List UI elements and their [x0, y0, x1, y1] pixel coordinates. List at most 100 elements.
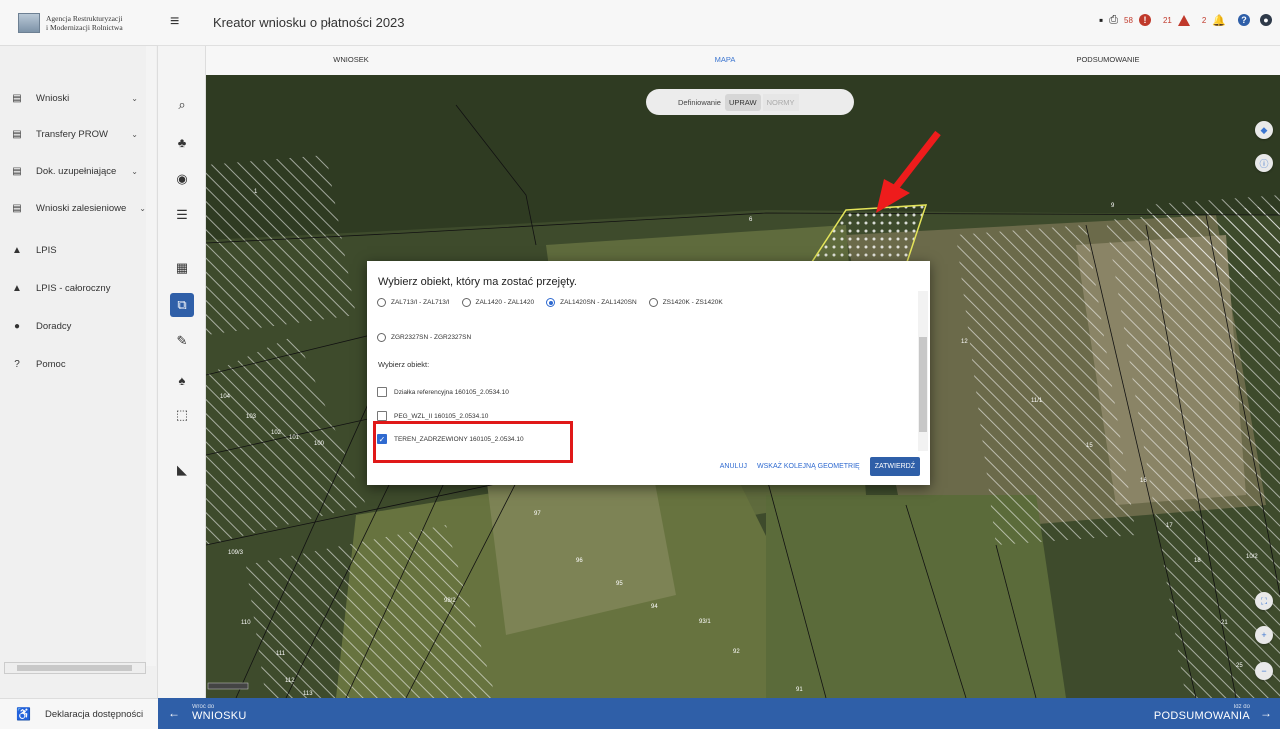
- agency-logo[interactable]: Agencja Restrukturyzacji i Modernizacji …: [0, 0, 158, 46]
- print-icon[interactable]: ⎙: [1109, 14, 1118, 27]
- notification-count: 2: [1201, 15, 1207, 25]
- parcel-label: 112: [285, 678, 295, 684]
- cancel-button[interactable]: ANULUJ: [720, 463, 747, 470]
- mode-norms-button[interactable]: NORMY: [762, 93, 799, 111]
- parcel-label: 109/3: [228, 550, 244, 556]
- object-checkbox-row[interactable]: Działka referencyjna 160105_2.0534.10: [377, 387, 509, 397]
- radio-label: ZS1420K - ZS1420K: [662, 299, 723, 306]
- tab-mapa[interactable]: MAPA: [715, 55, 736, 64]
- accessibility-declaration-link[interactable]: ♿ Deklaracja dostępności: [0, 698, 158, 729]
- app-window: Agencja Restrukturyzacji i Modernizacji …: [0, 0, 1280, 729]
- grid-select-icon[interactable]: ▦: [170, 256, 194, 280]
- radio-button-selected[interactable]: [546, 298, 556, 307]
- radio-button[interactable]: [461, 298, 471, 307]
- help-icon[interactable]: ?: [1238, 14, 1250, 26]
- tab-podsumowanie[interactable]: PODSUMOWANIE: [1076, 55, 1139, 64]
- save-icon[interactable]: ▪: [1099, 13, 1103, 27]
- sidebar-item-wnioski-zalesieniowe[interactable]: ▤ Wnioski zalesieniowe ⌄: [0, 197, 150, 219]
- mode-crops-button[interactable]: UPRAW: [724, 93, 761, 111]
- object-checkbox-row[interactable]: PEG_WZL_II 160105_2.0534.10: [377, 411, 488, 421]
- wizard-navigation-bar: ← Wróć do WNIOSKU Idź do PODSUMOWANIA →: [158, 698, 1280, 729]
- parcel-label: 102: [271, 430, 282, 436]
- sidebar-horizontal-scrollbar[interactable]: [4, 662, 146, 674]
- measure-angle-icon[interactable]: ◣: [170, 458, 194, 482]
- scale-bar: [207, 682, 249, 690]
- go-to-summary-button[interactable]: Idź do PODSUMOWANIA →: [1154, 704, 1272, 722]
- forward-label: PODSUMOWANIA: [1153, 710, 1250, 722]
- wizard-tabs: WNIOSEK MAPA PODSUMOWANIE: [206, 46, 1280, 75]
- chevron-down-icon: ⌄: [131, 166, 138, 176]
- definition-mode-label: Definiowanie: [678, 97, 721, 107]
- location-tool-icon[interactable]: ◉: [170, 167, 194, 191]
- sidebar-item-dok-uzupelniajace[interactable]: ▤ Dok. uzupełniające ⌄: [0, 160, 150, 182]
- sidebar: Agencja Restrukturyzacji i Modernizacji …: [0, 0, 158, 729]
- menu-icon[interactable]: ≡: [170, 13, 179, 31]
- radio-label: ZAL713/I - ZAL713/I: [391, 299, 450, 306]
- accessibility-declaration-label: Deklaracja dostępności: [44, 708, 144, 720]
- info-icon[interactable]: ⓘ: [1255, 154, 1273, 172]
- fullscreen-icon[interactable]: ⛶: [1255, 592, 1273, 610]
- zoom-out-icon[interactable]: −: [1255, 662, 1273, 680]
- trees-icon[interactable]: ♠: [170, 368, 194, 392]
- next-geometry-button[interactable]: WSKAŻ KOLEJNĄ GEOMETRIĘ: [757, 463, 860, 470]
- rectangle-select-icon[interactable]: ⬚: [170, 403, 194, 427]
- copy-geometry-icon[interactable]: ⧉: [170, 293, 194, 317]
- radio-zgr2327sn[interactable]: ZGR2327SN - ZGR2327SN: [377, 333, 471, 342]
- search-icon[interactable]: ⌕: [170, 93, 194, 117]
- sidebar-item-transfery-prow[interactable]: ▤ Transfery PROW ⌄: [0, 123, 150, 145]
- radio-zal713[interactable]: ZAL713/I - ZAL713/I: [377, 298, 450, 307]
- pencil-icon[interactable]: ✎: [170, 329, 194, 353]
- sidebar-item-label: Doradcy: [36, 320, 72, 332]
- dialog-scrollbar[interactable]: [918, 291, 928, 451]
- sidebar-item-lpis-caloroczny[interactable]: ▲ LPIS - całoroczny: [0, 277, 150, 299]
- radio-button[interactable]: [648, 298, 658, 307]
- sidebar-item-doradcy[interactable]: ● Doradcy: [0, 315, 150, 337]
- parcel-label: 12: [961, 339, 968, 345]
- radio-zal1420sn[interactable]: ZAL1420SN - ZAL1420SN: [546, 298, 637, 307]
- checkbox-label: PEG_WZL_II 160105_2.0534.10: [394, 412, 489, 420]
- document-icon: ▤: [12, 202, 22, 214]
- parcel-label: 91: [796, 687, 803, 693]
- back-small-label: Wróć do: [192, 704, 215, 710]
- parcel-label: 18: [1194, 558, 1201, 564]
- parcel-label: 11/1: [1031, 398, 1043, 404]
- back-to-application-button[interactable]: ← Wróć do WNIOSKU: [168, 704, 247, 722]
- document-icon: ▤: [12, 165, 22, 177]
- tab-wniosek[interactable]: WNIOSEK: [333, 55, 368, 64]
- radio-zal1420[interactable]: ZAL1420 - ZAL1420: [461, 298, 534, 307]
- parcel-label: 95: [616, 581, 623, 587]
- radio-button[interactable]: [377, 333, 386, 342]
- warning-icon[interactable]: [1177, 14, 1190, 26]
- header-actions: ▪ ⎙ 58 ! 21 2 🔔 ? ●: [1099, 13, 1272, 27]
- sidebar-item-label: LPIS - całoroczny: [36, 282, 111, 294]
- layers-icon[interactable]: ◆: [1255, 121, 1273, 139]
- zoom-in-icon[interactable]: +: [1255, 626, 1273, 644]
- crop-tool-icon[interactable]: ♣: [170, 130, 194, 154]
- parcel-label: 17: [1166, 523, 1173, 529]
- sidebar-item-wnioski[interactable]: ▤ Wnioski ⌄: [0, 87, 150, 109]
- logo-line-1: Agencja Restrukturyzacji: [46, 13, 123, 23]
- parcel-label: 25: [1236, 663, 1243, 669]
- checkbox[interactable]: [377, 387, 387, 397]
- user-account-icon[interactable]: ●: [1260, 14, 1272, 26]
- error-icon[interactable]: !: [1138, 14, 1151, 26]
- annotation-highlight-box: [373, 421, 573, 463]
- list-icon[interactable]: ☰: [170, 203, 194, 227]
- radio-zs1420k[interactable]: ZS1420K - ZS1420K: [648, 298, 723, 307]
- bell-icon[interactable]: 🔔: [1212, 14, 1226, 27]
- top-bar: ≡ Kreator wniosku o płatności 2023 ▪ ⎙ 5…: [158, 0, 1280, 46]
- sidebar-vertical-scrollbar[interactable]: [146, 46, 156, 666]
- checkbox[interactable]: [377, 411, 387, 421]
- definition-mode-toggle[interactable]: Definiowanie UPRAW NORMY: [646, 89, 854, 115]
- scrollbar-thumb[interactable]: [919, 337, 927, 432]
- sidebar-item-label: Wnioski zalesieniowe: [36, 202, 127, 214]
- person-icon: ●: [13, 320, 21, 332]
- sidebar-item-lpis[interactable]: ▲ LPIS: [0, 239, 150, 261]
- map-tool-rail: ⌕ ♣ ◉ ☰ ▦ ⧉ ✎ ♠ ⬚ ◣: [158, 46, 206, 698]
- document-icon: ▤: [12, 128, 22, 140]
- confirm-button[interactable]: ZATWIERDŹ: [869, 457, 920, 476]
- scrollbar-thumb[interactable]: [17, 665, 132, 671]
- mountain-icon: ▲: [12, 282, 22, 294]
- radio-button[interactable]: [377, 298, 386, 307]
- sidebar-item-pomoc[interactable]: ? Pomoc: [0, 353, 150, 375]
